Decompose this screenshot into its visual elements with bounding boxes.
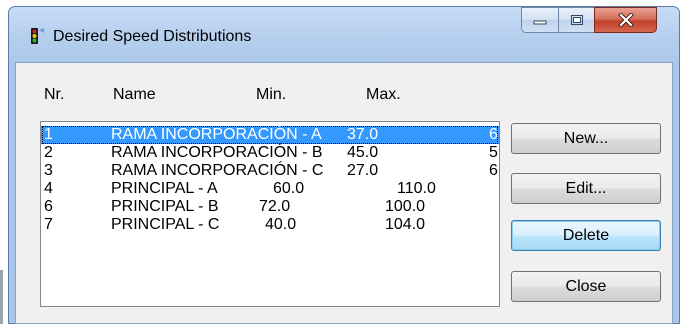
- item-name: RAMA INCORPORACIÓN - A: [111, 126, 322, 143]
- item-name: PRINCIPAL - C: [111, 216, 220, 233]
- distributions-listbox[interactable]: 1 RAMA INCORPORACIÓN - A 37.0 6 2 RAMA I…: [40, 121, 500, 307]
- close-icon: [617, 13, 634, 27]
- list-item[interactable]: 4 PRINCIPAL - A 60.0 110.0: [41, 180, 499, 198]
- item-min: 60.0: [273, 180, 305, 197]
- item-max: 100.0: [385, 198, 426, 215]
- column-header-name: Name: [113, 86, 156, 103]
- list-item[interactable]: 2 RAMA INCORPORACIÓN - B 45.0 5: [41, 144, 499, 162]
- item-min: 40.0: [265, 216, 297, 233]
- item-nr: 4: [44, 180, 53, 197]
- window-title: Desired Speed Distributions: [53, 28, 252, 45]
- item-nr: 3: [44, 162, 53, 179]
- item-name: PRINCIPAL - B: [111, 198, 219, 215]
- item-max: 6: [489, 126, 498, 143]
- minimize-icon: [533, 20, 547, 25]
- background-window-edge: [0, 270, 3, 324]
- item-max: 110.0: [397, 180, 436, 197]
- item-nr: 7: [44, 216, 53, 233]
- item-min: 45.0: [347, 144, 379, 161]
- item-min: 27.0: [347, 162, 379, 179]
- item-name: RAMA INCORPORACIÓN - B: [111, 144, 323, 161]
- minimize-button[interactable]: [521, 7, 558, 33]
- new-button[interactable]: New...: [511, 123, 661, 154]
- item-min: 37.0: [347, 126, 379, 143]
- column-header-min: Min.: [256, 86, 287, 103]
- list-item[interactable]: 3 RAMA INCORPORACIÓN - C 27.0 6: [41, 162, 499, 180]
- item-max: 6: [489, 162, 498, 179]
- item-name: PRINCIPAL - A: [111, 180, 218, 197]
- item-nr: 6: [44, 198, 53, 215]
- item-max: 104.0: [385, 216, 426, 233]
- close-window-button[interactable]: [594, 7, 657, 33]
- traffic-light-icon: [31, 28, 44, 44]
- item-min: 72.0: [259, 198, 291, 215]
- delete-button[interactable]: Delete: [511, 220, 661, 251]
- edit-button[interactable]: Edit...: [511, 173, 661, 204]
- item-max: 5: [489, 144, 498, 161]
- item-nr: 1: [44, 126, 53, 143]
- list-item[interactable]: 7 PRINCIPAL - C 40.0 104.0: [41, 216, 499, 234]
- column-header-nr: Nr.: [44, 86, 65, 103]
- close-button[interactable]: Close: [511, 271, 661, 302]
- item-name: RAMA INCORPORACIÓN - C: [111, 162, 324, 179]
- maximize-icon: [570, 15, 583, 25]
- column-header-max: Max.: [366, 86, 401, 103]
- list-item[interactable]: 1 RAMA INCORPORACIÓN - A 37.0 6: [41, 126, 499, 144]
- maximize-button[interactable]: [558, 7, 594, 33]
- dialog-window: Desired Speed Distributions Nr. Name Min…: [8, 6, 680, 324]
- item-nr: 2: [44, 144, 53, 161]
- dialog-client-area: Nr. Name Min. Max. 1 RAMA INCORPORACIÓN …: [15, 62, 673, 324]
- list-item[interactable]: 6 PRINCIPAL - B 72.0 100.0: [41, 198, 499, 216]
- title-bar[interactable]: Desired Speed Distributions: [9, 7, 679, 63]
